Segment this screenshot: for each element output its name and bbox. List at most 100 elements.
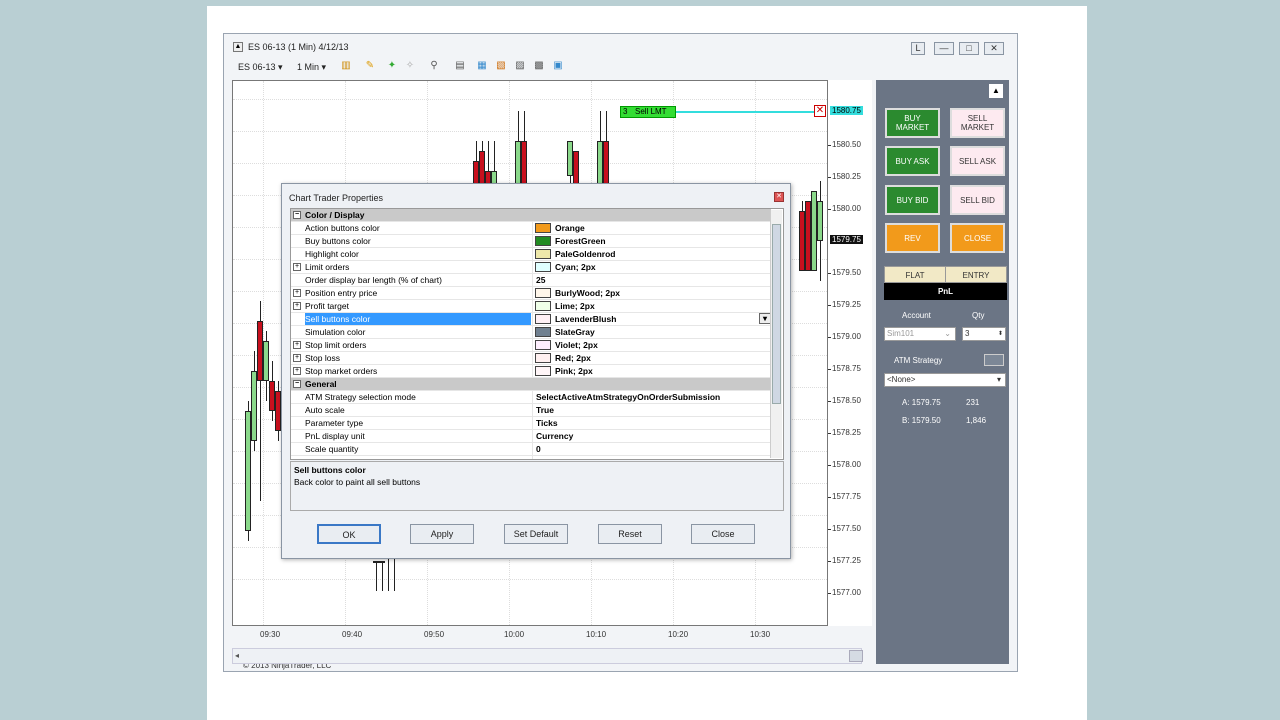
scroll-left-icon[interactable]: ◂	[235, 651, 239, 660]
collapse-up-icon[interactable]: ▲	[989, 84, 1003, 98]
account-select[interactable]: Sim101 ⌄	[884, 327, 956, 341]
expand-icon[interactable]: +	[293, 289, 301, 297]
property-value[interactable]: Orange	[532, 222, 771, 234]
property-value[interactable]: True	[532, 404, 771, 416]
property-value[interactable]: SelectActiveAtmStrategyOnOrderSubmission	[532, 391, 771, 403]
stepper-arrows-icon[interactable]: ⬍	[998, 328, 1003, 340]
maximize-button[interactable]: □	[959, 42, 979, 55]
property-row[interactable]: + Stop market orders Pink; 2px	[291, 365, 771, 378]
expand-icon[interactable]: +	[293, 367, 301, 375]
property-row[interactable]: Auto scale True	[291, 404, 771, 417]
scroll-thumb[interactable]	[849, 650, 863, 662]
set-default-button[interactable]: Set Default	[504, 524, 568, 544]
property-row[interactable]: PnL display unit Currency	[291, 430, 771, 443]
expand-icon[interactable]: +	[293, 354, 301, 362]
atm-strategy-select[interactable]: <None> ▾	[884, 373, 1006, 387]
drawing-tool-icon[interactable]: ✎	[364, 60, 376, 72]
sell-limit-order-tag[interactable]: 3 Sell LMT	[620, 106, 676, 118]
sell-bid-button[interactable]: SELL BID	[950, 185, 1005, 215]
instrument-selector[interactable]: ES 06-13 ▾	[238, 62, 283, 73]
expand-icon[interactable]: +	[293, 302, 301, 310]
properties-icon[interactable]: ▤	[454, 60, 466, 72]
price-axis[interactable]: 1580.50 1580.25 1580.00 1579.50 1579.25 …	[828, 80, 872, 626]
close-window-button[interactable]: ✕	[984, 42, 1004, 55]
color-swatch	[535, 236, 551, 246]
property-value[interactable]: LavenderBlush ▾	[532, 313, 771, 325]
property-row[interactable]: Scale quantity 0	[291, 443, 771, 456]
collapse-icon[interactable]: −	[293, 380, 301, 388]
property-row[interactable]: + Profit target Lime; 2px	[291, 300, 771, 313]
collapse-icon[interactable]: −	[293, 211, 301, 219]
buy-bid-button[interactable]: BUY BID	[885, 185, 940, 215]
apply-button[interactable]: Apply	[410, 524, 474, 544]
sell-ask-button[interactable]: SELL ASK	[950, 146, 1005, 176]
time-axis[interactable]: 09:30 09:40 09:50 10:00 10:10 10:20 10:3…	[232, 626, 828, 646]
property-value[interactable]: Pink; 2px	[532, 365, 771, 377]
property-row[interactable]: Action buttons color Orange	[291, 222, 771, 235]
property-value[interactable]: Red; 2px	[532, 352, 771, 364]
minimize-button[interactable]: —	[934, 42, 954, 55]
category-color-display[interactable]: − Color / Display	[291, 209, 771, 222]
bar-type-icon[interactable]: ▥	[340, 60, 352, 72]
ok-button[interactable]: OK	[317, 524, 381, 544]
cancel-order-icon[interactable]: ✕	[814, 105, 826, 117]
property-row[interactable]: Sell buttons color LavenderBlush ▾	[291, 313, 771, 326]
buy-ask-button[interactable]: BUY ASK	[885, 146, 940, 176]
buy-market-button[interactable]: BUY MARKET	[885, 108, 940, 138]
property-value[interactable]: SlateGray	[532, 326, 771, 338]
grid-scrollbar[interactable]	[770, 210, 782, 458]
property-row[interactable]: Simulation color SlateGray	[291, 326, 771, 339]
property-value[interactable]: Lime; 2px	[532, 300, 771, 312]
grid-scroll-thumb[interactable]	[772, 224, 781, 404]
atm-properties-button[interactable]	[984, 354, 1004, 366]
color-swatch	[535, 340, 551, 350]
reverse-button[interactable]: REV	[885, 223, 940, 253]
property-value[interactable]: Ticks	[532, 417, 771, 429]
x-tick-label: 10:00	[504, 630, 525, 639]
chevron-down-icon: ▾	[996, 375, 1001, 384]
property-row[interactable]: + Limit orders Cyan; 2px	[291, 261, 771, 274]
property-row[interactable]: Highlight color PaleGoldenrod	[291, 248, 771, 261]
pin-icon[interactable]: ✦	[386, 60, 398, 72]
indicators-icon[interactable]: ▨	[514, 60, 526, 72]
data-box-icon[interactable]: ▩	[533, 60, 545, 72]
property-value[interactable]: ForestGreen	[532, 235, 771, 247]
sell-limit-order-line[interactable]	[676, 111, 816, 113]
property-grid[interactable]: − Color / Display Action buttons color Ora…	[290, 208, 784, 460]
property-row[interactable]: Show realized PnL when flatFalse	[291, 456, 771, 459]
zoom-icon[interactable]: ⚲	[428, 60, 440, 72]
property-row[interactable]: ATM Strategy selection mode SelectActiveA…	[291, 391, 771, 404]
unpin-icon[interactable]: ✧	[404, 60, 416, 72]
expand-icon[interactable]: +	[293, 341, 301, 349]
category-general[interactable]: − General	[291, 378, 771, 391]
property-row[interactable]: + Stop limit orders Violet; 2px	[291, 339, 771, 352]
window-layout-icon[interactable]: ▣	[552, 60, 564, 72]
property-value[interactable]: PaleGoldenrod	[532, 248, 771, 260]
interval-selector[interactable]: 1 Min ▾	[297, 62, 326, 73]
quantity-stepper[interactable]: 3 ⬍	[962, 327, 1006, 341]
x-tick-label: 10:10	[586, 630, 607, 639]
close-button[interactable]: Close	[691, 524, 755, 544]
property-value[interactable]: 25	[532, 274, 771, 286]
y-tick-label: 1578.50	[828, 396, 861, 405]
close-position-button[interactable]: CLOSE	[950, 223, 1005, 253]
property-value[interactable]: Currency	[532, 430, 771, 442]
property-row[interactable]: Buy buttons color ForestGreen	[291, 235, 771, 248]
property-row[interactable]: + Stop loss Red; 2px	[291, 352, 771, 365]
link-button[interactable]: L	[911, 42, 925, 55]
property-value[interactable]: 0	[532, 443, 771, 455]
reset-button[interactable]: Reset	[598, 524, 662, 544]
strategies-icon[interactable]: ▧	[495, 60, 507, 72]
property-row[interactable]: Order display bar length (% of chart) 25	[291, 274, 771, 287]
property-value[interactable]: Cyan; 2px	[532, 261, 771, 273]
dialog-close-icon[interactable]: ✕	[774, 192, 784, 202]
property-value[interactable]: BurlyWood; 2px	[532, 287, 771, 299]
property-value[interactable]: False	[532, 456, 771, 459]
property-value[interactable]: Violet; 2px	[532, 339, 771, 351]
sell-market-button[interactable]: SELL MARKET	[950, 108, 1005, 138]
chart-trader-icon[interactable]: ▦	[476, 60, 488, 72]
horizontal-scrollbar[interactable]: ◂	[232, 648, 863, 664]
property-row[interactable]: Parameter type Ticks	[291, 417, 771, 430]
property-row[interactable]: + Position entry price BurlyWood; 2px	[291, 287, 771, 300]
expand-icon[interactable]: +	[293, 263, 301, 271]
